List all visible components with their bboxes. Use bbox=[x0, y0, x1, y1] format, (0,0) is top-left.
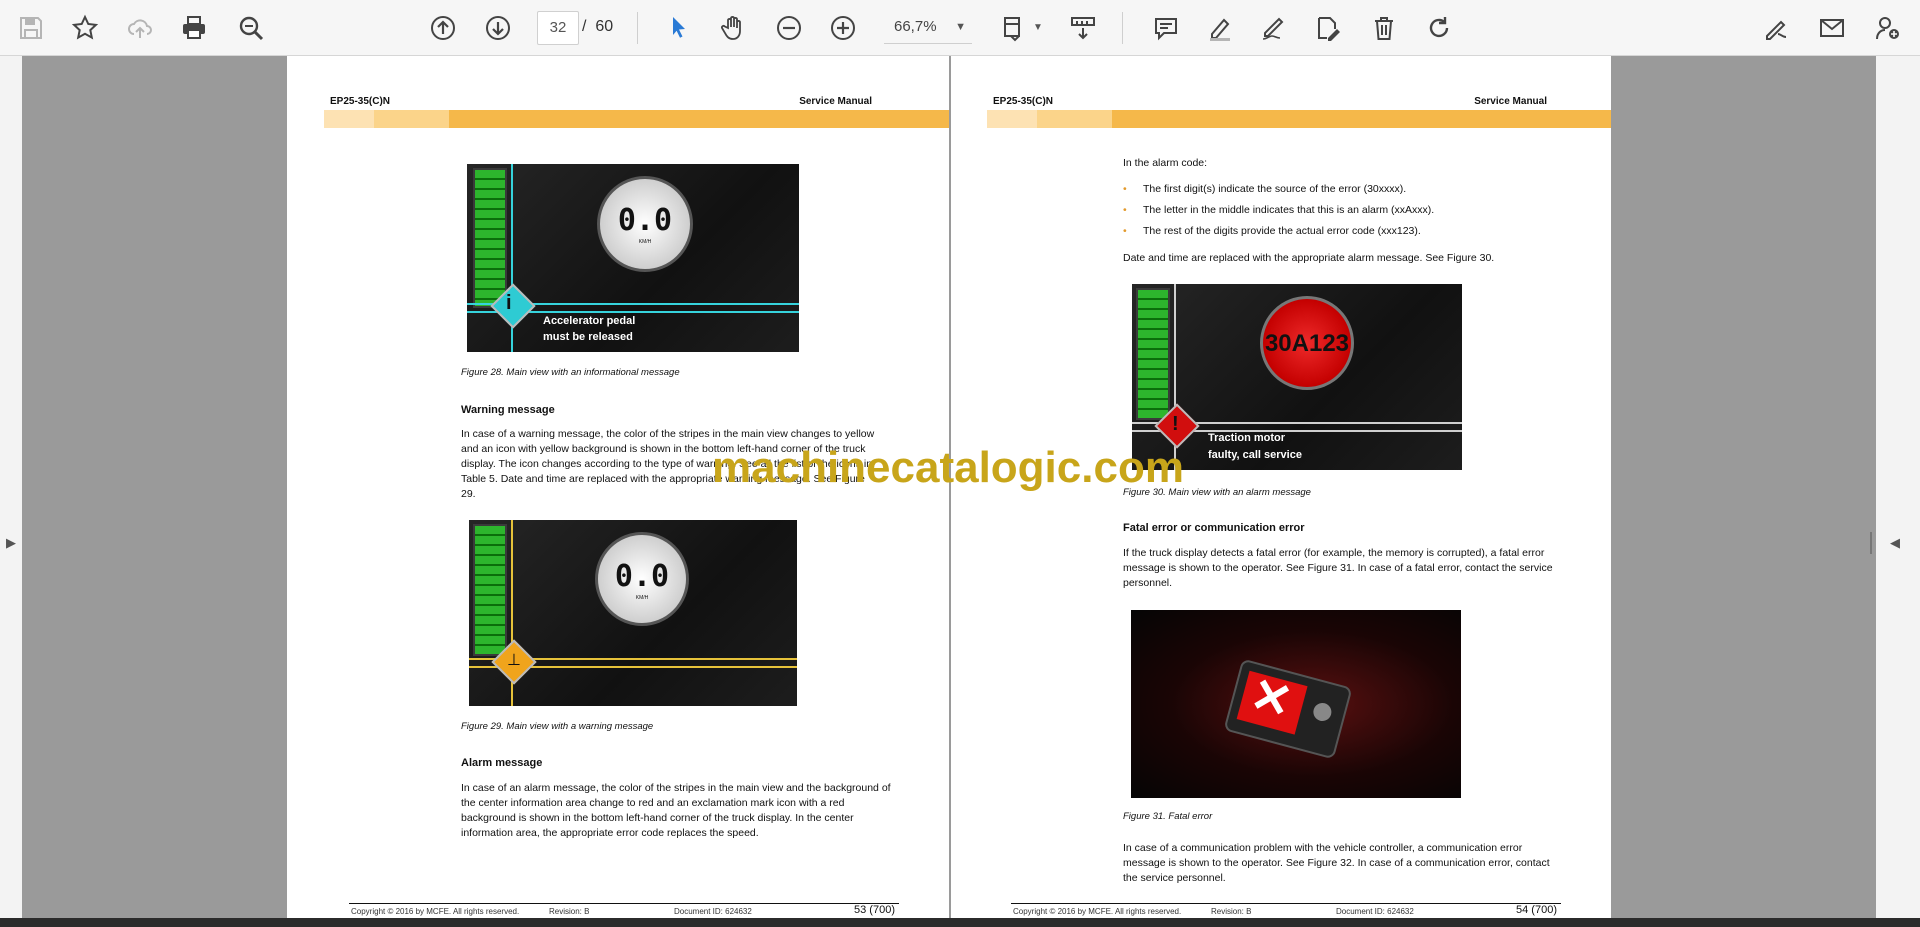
panel-splitter[interactable] bbox=[1870, 532, 1872, 554]
bullet-text: The letter in the middle indicates that … bbox=[1143, 204, 1435, 216]
thermometer-icon: ⊥ bbox=[507, 652, 521, 669]
page-layout-icon[interactable] bbox=[996, 9, 1034, 47]
sign-icon[interactable] bbox=[1757, 9, 1795, 47]
bullet-icon: • bbox=[1123, 183, 1127, 195]
footer-revision: Revision: B bbox=[549, 907, 590, 916]
speed-unit: KM/H bbox=[638, 239, 652, 245]
cloud-upload-icon[interactable] bbox=[121, 9, 159, 47]
exclamation-glyph: ! bbox=[1172, 413, 1179, 435]
heading-warning-message: Warning message bbox=[461, 404, 555, 416]
footer-document-id: Document ID: 624632 bbox=[674, 907, 752, 916]
alarm-paragraph: In case of an alarm message, the color o… bbox=[461, 782, 891, 839]
footer-revision: Revision: B bbox=[1211, 907, 1252, 916]
display-device: ✕ bbox=[1223, 658, 1353, 760]
speed-value: 0.0 bbox=[617, 203, 673, 238]
previous-page-icon[interactable] bbox=[424, 9, 462, 47]
highlight-pen-icon[interactable] bbox=[1201, 9, 1239, 47]
zoom-level-value: 66,7% bbox=[894, 18, 937, 35]
alarm-dial: 30A123 bbox=[1260, 296, 1354, 390]
page-footer: Copyright © 2016 by MCFE. All rights res… bbox=[349, 903, 899, 918]
edit-document-icon[interactable] bbox=[1309, 9, 1347, 47]
watermark-text: machinecatalogic.com bbox=[712, 443, 1184, 492]
figure-28-caption: Figure 28. Main view with an information… bbox=[461, 367, 680, 378]
fig28-message-line1: Accelerator pedal bbox=[543, 315, 636, 327]
page-footer: Copyright © 2016 by MCFE. All rights res… bbox=[1011, 903, 1561, 918]
figure-31-display: ✕ bbox=[1131, 610, 1461, 798]
page-total: 60 bbox=[595, 18, 614, 35]
divider bbox=[637, 12, 638, 44]
zoom-search-icon[interactable] bbox=[232, 9, 270, 47]
bullet-item: • The first digit(s) indicate the source … bbox=[1123, 183, 1407, 195]
doc-header-title: Service Manual bbox=[799, 96, 872, 107]
alarm-code-value: 30A123 bbox=[1264, 330, 1350, 357]
bullet-text: The first digit(s) indicate the source o… bbox=[1143, 183, 1407, 195]
page-count: / 60 bbox=[582, 11, 613, 43]
expand-right-icon: ◀ bbox=[1890, 535, 1900, 550]
divider bbox=[1122, 12, 1123, 44]
doc-header-model: EP25-35(C)N bbox=[330, 96, 391, 107]
fig28-message-line2: must be released bbox=[543, 331, 633, 343]
save-icon[interactable] bbox=[12, 9, 50, 47]
chevron-down-icon: ▼ bbox=[955, 21, 966, 33]
battery-gauge bbox=[473, 168, 507, 308]
info-icon-glyph: i bbox=[506, 292, 512, 314]
draw-pen-icon[interactable] bbox=[1255, 9, 1293, 47]
speed-value: 0.0 bbox=[614, 559, 670, 594]
bullet-item: • The rest of the digits provide the actu… bbox=[1123, 225, 1421, 237]
redo-icon[interactable] bbox=[1420, 9, 1458, 47]
comment-icon[interactable] bbox=[1147, 9, 1185, 47]
header-band bbox=[987, 110, 1611, 128]
trash-icon[interactable] bbox=[1365, 9, 1403, 47]
left-panel-toggle[interactable]: ▶ bbox=[0, 56, 22, 927]
bottom-bar bbox=[0, 918, 1920, 927]
navigation-buttons bbox=[1311, 700, 1334, 724]
speed-unit: KM/H bbox=[635, 595, 649, 601]
speed-dial: 0.0 KM/H bbox=[595, 532, 689, 626]
doc-header-title: Service Manual bbox=[1474, 96, 1547, 107]
figure-29-display: 0.0 KM/H ⊥ bbox=[469, 520, 797, 706]
bullet-icon: • bbox=[1123, 204, 1127, 216]
page-number-input[interactable]: 32 bbox=[537, 11, 579, 45]
footer-document-id: Document ID: 624632 bbox=[1336, 907, 1414, 916]
bullet-text: The rest of the digits provide the actua… bbox=[1143, 225, 1421, 237]
figure-28-display: 0.0 KM/H i Accelerator pedal must be rel… bbox=[467, 164, 799, 352]
speed-dial: 0.0 KM/H bbox=[597, 176, 693, 272]
figure-31-caption: Figure 31. Fatal error bbox=[1123, 811, 1213, 822]
expand-left-icon: ▶ bbox=[6, 535, 16, 550]
fig30-message-line1: Traction motor bbox=[1208, 432, 1286, 444]
footer-copyright: Copyright © 2016 by MCFE. All rights res… bbox=[1013, 907, 1182, 916]
footer-page-number: 54 (700) bbox=[1516, 904, 1557, 916]
print-icon[interactable] bbox=[175, 9, 213, 47]
zoom-out-icon[interactable] bbox=[770, 9, 808, 47]
scroll-mode-icon[interactable] bbox=[1064, 9, 1102, 47]
page-separator: / bbox=[582, 18, 587, 35]
toolbar: 32 / 60 66,7% ▼ ▼ bbox=[0, 0, 1920, 56]
star-icon[interactable] bbox=[66, 9, 104, 47]
chevron-down-icon[interactable]: ▼ bbox=[1033, 22, 1043, 33]
footer-copyright: Copyright © 2016 by MCFE. All rights res… bbox=[351, 907, 520, 916]
share-user-icon[interactable] bbox=[1869, 9, 1907, 47]
fig30-message-line2: faulty, call service bbox=[1208, 449, 1302, 461]
zoom-in-icon[interactable] bbox=[824, 9, 862, 47]
zoom-level-select[interactable]: 66,7% ▼ bbox=[884, 11, 972, 44]
date-time-paragraph: Date and time are replaced with the appr… bbox=[1123, 252, 1495, 264]
next-page-icon[interactable] bbox=[479, 9, 517, 47]
battery-gauge bbox=[473, 524, 507, 656]
communication-error-paragraph: In case of a communication problem with … bbox=[1123, 842, 1550, 884]
fatal-error-paragraph: If the truck display detects a fatal err… bbox=[1123, 547, 1553, 589]
doc-header-model: EP25-35(C)N bbox=[993, 96, 1054, 107]
header-band bbox=[324, 110, 949, 128]
footer-page-number: 53 (700) bbox=[854, 904, 895, 916]
bullet-icon: • bbox=[1123, 225, 1127, 237]
figure-29-caption: Figure 29. Main view with a warning mess… bbox=[461, 721, 654, 732]
heading-fatal-error: Fatal error or communication error bbox=[1123, 522, 1305, 534]
heading-alarm-message: Alarm message bbox=[461, 757, 543, 769]
right-panel-toggle[interactable]: ◀ bbox=[1870, 56, 1920, 927]
alarm-code-intro: In the alarm code: bbox=[1123, 157, 1208, 169]
bullet-item: • The letter in the middle indicates that… bbox=[1123, 204, 1435, 216]
battery-gauge bbox=[1136, 288, 1170, 420]
select-cursor-icon[interactable] bbox=[660, 9, 698, 47]
hand-tool-icon[interactable] bbox=[714, 9, 752, 47]
mail-icon[interactable] bbox=[1813, 9, 1851, 47]
